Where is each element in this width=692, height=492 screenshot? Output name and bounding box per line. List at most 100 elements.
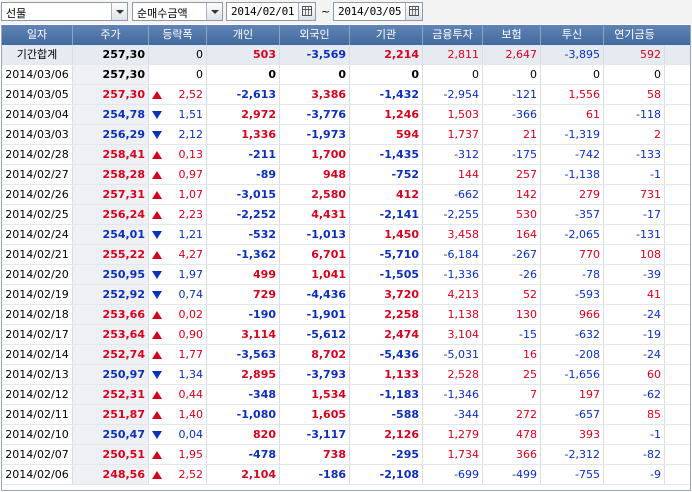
row-value: -312 xyxy=(423,145,483,164)
table-row[interactable]: 2014/02/28 258,41 0,13 -211 1,700 -1,435 -312-… xyxy=(2,145,690,165)
table-row[interactable]: 2014/03/05 257,30 2,52 -2,613 3,386 -1,432 -2,… xyxy=(2,85,690,105)
row-value: -357 xyxy=(541,205,604,224)
row-value: 1,503 xyxy=(423,105,483,124)
table-row[interactable]: 2014/02/26 257,31 1,07 -3,015 2,580 412 -662 14… xyxy=(2,185,690,205)
row-change-value: 0 xyxy=(196,68,203,81)
row-change: 1,34 xyxy=(149,365,207,384)
column-header-individual[interactable]: 개인 xyxy=(207,25,280,45)
row-price: 250,51 xyxy=(73,445,149,464)
calendar-icon[interactable] xyxy=(405,3,422,20)
column-header-financial-investment[interactable]: 금융투자 xyxy=(423,25,483,45)
row-value: -3,117 xyxy=(280,425,350,444)
table-row[interactable]: 2014/02/14 252,74 1,77 -3,563 8,702 -5,436 -5,… xyxy=(2,345,690,365)
row-value: 3,386 xyxy=(280,85,350,104)
summary-row[interactable]: 기간합계 257,30 0 503 -3,569 2,214 2,811 2,647 -3,89… xyxy=(2,45,690,65)
row-value: -1,362 xyxy=(207,245,280,264)
market-select[interactable]: 선물 xyxy=(1,2,128,21)
triangle-down-icon xyxy=(152,431,162,439)
row-date: 2014/02/12 xyxy=(2,385,73,404)
row-value: 7 xyxy=(483,385,541,404)
triangle-up-icon xyxy=(152,311,162,319)
table-row[interactable]: 2014/03/04 254,78 1,51 2,972 -3,776 1,246 1,50… xyxy=(2,105,690,125)
table-row[interactable]: 2014/02/12 252,31 0,44 -348 1,534 -1,183 -1,34… xyxy=(2,385,690,405)
column-header-institution[interactable]: 기관 xyxy=(350,25,423,45)
row-value: -211 xyxy=(207,145,280,164)
triangle-down-icon xyxy=(152,111,162,119)
column-header-pension[interactable]: 연기금등 xyxy=(604,25,665,45)
row-value: -24 xyxy=(604,305,665,324)
row-value: 2,474 xyxy=(350,325,423,344)
investor-trading-table: 일자 주가 등락폭 개인 외국인 기관 금융투자 보험 투신 연기금등 기간합계… xyxy=(1,25,691,491)
row-value: 60 xyxy=(604,365,665,384)
table-row[interactable]: 2014/02/07 250,51 1,95 -478 738 -295 1,734 366-… xyxy=(2,445,690,465)
row-value: -593 xyxy=(541,285,604,304)
row-value: 130 xyxy=(483,305,541,324)
row-change-value: 1,51 xyxy=(178,108,204,121)
summary-value: 503 xyxy=(207,45,280,64)
table-row[interactable]: 2014/02/11 251,87 1,40 -1,080 1,605 -588 -344 2… xyxy=(2,405,690,425)
row-price: 253,64 xyxy=(73,325,149,344)
table-row[interactable]: 2014/02/10 250,47 0,04 820 -3,117 2,126 1,279 4… xyxy=(2,425,690,445)
toolbar: 선물 순매수금액 2014/02/01 ~ 2014/03/05 xyxy=(0,0,692,24)
table-row[interactable]: 2014/02/06 248,56 2,52 2,104 -186 -2,108 -699-… xyxy=(2,465,690,485)
metric-select[interactable]: 순매수금액 xyxy=(132,2,223,21)
column-header-change[interactable]: 등락폭 xyxy=(149,25,207,45)
column-header-investment-trust[interactable]: 투신 xyxy=(541,25,604,45)
table-row[interactable]: 2014/02/25 256,24 2,23 -2,252 4,431 -2,141 -2,… xyxy=(2,205,690,225)
row-date: 2014/02/06 xyxy=(2,465,73,484)
table-row[interactable]: 2014/02/18 253,66 0,02 -190 -1,901 2,258 1,138… xyxy=(2,305,690,325)
table-row[interactable]: 2014/02/19 252,92 0,74 729 -4,436 3,720 4,213 5… xyxy=(2,285,690,305)
row-value: 0 xyxy=(423,65,483,84)
row-change: 1,07 xyxy=(149,185,207,204)
row-change: 1,51 xyxy=(149,105,207,124)
column-header-insurance[interactable]: 보험 xyxy=(483,25,541,45)
row-value: 6,701 xyxy=(280,245,350,264)
column-header-price[interactable]: 주가 xyxy=(73,25,149,45)
row-change: 2,52 xyxy=(149,465,207,484)
row-value: -742 xyxy=(541,145,604,164)
chevron-down-icon[interactable] xyxy=(206,3,222,20)
triangle-down-icon xyxy=(152,371,162,379)
table-row[interactable]: 2014/02/24 254,01 1,21 -532 -1,013 1,450 3,458… xyxy=(2,225,690,245)
date-from-field[interactable]: 2014/02/01 xyxy=(226,2,316,21)
row-value: -348 xyxy=(207,385,280,404)
row-value: -478 xyxy=(207,445,280,464)
row-value: -2,255 xyxy=(423,205,483,224)
row-price: 250,95 xyxy=(73,265,149,284)
row-change: 2,23 xyxy=(149,205,207,224)
row-value: -657 xyxy=(541,405,604,424)
table-row[interactable]: 2014/02/20 250,95 1,97 499 1,041 -1,505 -1,336… xyxy=(2,265,690,285)
table-row[interactable]: 2014/02/21 255,22 4,27 -1,362 6,701 -5,710 -6,… xyxy=(2,245,690,265)
summary-price: 257,30 xyxy=(73,45,149,64)
row-value: 2 xyxy=(604,125,665,144)
row-value: -1 xyxy=(604,425,665,444)
table-row[interactable]: 2014/03/03 256,29 2,12 1,336 -1,973 594 1,737 2… xyxy=(2,125,690,145)
table-row[interactable]: 2014/03/06 257,30 0 0 0 0 0 0 0 0 xyxy=(2,65,690,85)
row-value: -3,015 xyxy=(207,185,280,204)
chevron-down-icon[interactable] xyxy=(111,3,127,20)
row-value: -499 xyxy=(483,465,541,484)
row-value: 1,605 xyxy=(280,405,350,424)
row-date: 2014/02/13 xyxy=(2,365,73,384)
row-value: -19 xyxy=(604,325,665,344)
row-change: 2,52 xyxy=(149,85,207,104)
row-change-value: 0,44 xyxy=(178,388,204,401)
row-change: 0,44 xyxy=(149,385,207,404)
table-row[interactable]: 2014/02/27 258,28 0,97 -89 948 -752 144 257 -1,1… xyxy=(2,165,690,185)
date-to-field[interactable]: 2014/03/05 xyxy=(333,2,423,21)
row-value: -131 xyxy=(604,225,665,244)
triangle-down-icon xyxy=(152,291,162,299)
table-row[interactable]: 2014/02/13 250,97 1,34 2,895 -3,793 1,133 2,52… xyxy=(2,365,690,385)
table-row[interactable]: 2014/02/17 253,64 0,90 3,114 -5,612 2,474 3,10… xyxy=(2,325,690,345)
row-value: 164 xyxy=(483,225,541,244)
row-value: -82 xyxy=(604,445,665,464)
row-value: 2,528 xyxy=(423,365,483,384)
column-header-date[interactable]: 일자 xyxy=(2,25,73,45)
row-price: 256,24 xyxy=(73,205,149,224)
calendar-icon[interactable] xyxy=(298,3,315,20)
row-change-value: 2,52 xyxy=(178,468,204,481)
column-header-foreign[interactable]: 외국인 xyxy=(280,25,350,45)
triangle-up-icon xyxy=(152,471,162,479)
row-price: 248,56 xyxy=(73,465,149,484)
row-value: -1,013 xyxy=(280,225,350,244)
